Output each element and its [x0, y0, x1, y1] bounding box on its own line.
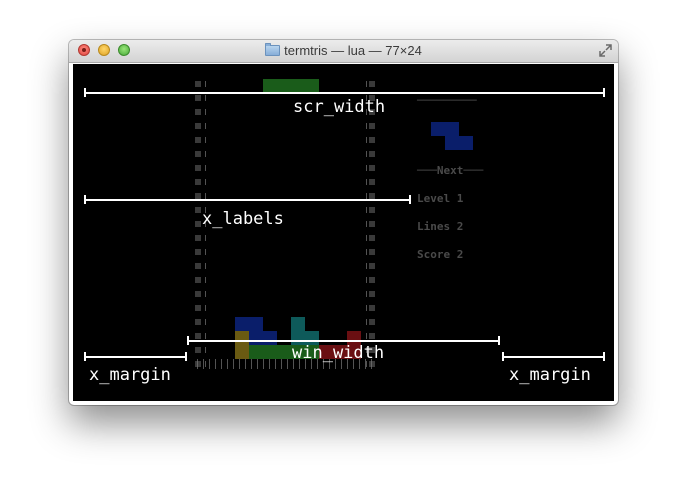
- win-width-label: win_width: [292, 343, 385, 363]
- title-bar[interactable]: termtris — lua — 77×24: [69, 40, 618, 63]
- window-title: termtris — lua — 77×24: [284, 43, 422, 58]
- win-width-tick-right: [498, 336, 500, 345]
- x-margin-left-label: x_margin: [89, 365, 171, 385]
- x-margin-left-tick-right: [185, 352, 187, 361]
- scr-width-tick-right: [603, 88, 605, 97]
- terminal-window: termtris — lua — 77×24 ───────── ───Next…: [69, 40, 618, 405]
- x-labels-line: [85, 199, 411, 201]
- scr-width-line: [85, 92, 605, 94]
- lines-label: Lines 2: [417, 220, 464, 233]
- score-label: Score 2: [417, 248, 464, 261]
- window-title-area: termtris — lua — 77×24: [69, 43, 618, 59]
- win-width-line: [188, 340, 500, 342]
- stack-block: [235, 317, 263, 331]
- x-labels-label: x_labels: [202, 209, 284, 229]
- x-labels-tick-left: [84, 195, 86, 204]
- well-left-wall: [195, 81, 201, 367]
- x-margin-right-label: x_margin: [509, 365, 591, 385]
- scr-width-label: scr_width: [293, 97, 386, 117]
- fullscreen-icon[interactable]: [599, 44, 612, 57]
- x-margin-left-tick-left: [84, 352, 86, 361]
- x-margin-left-line: [85, 356, 187, 358]
- x-margin-right-tick-left: [502, 352, 504, 361]
- stack-block: [249, 331, 277, 345]
- x-margin-right-line: [503, 356, 605, 358]
- x-labels-tick-right: [409, 195, 411, 204]
- well-right-wall-inner: [366, 81, 367, 367]
- level-label: Level 1: [417, 192, 464, 205]
- scr-width-tick-left: [84, 88, 86, 97]
- win-width-tick-left: [187, 336, 189, 345]
- terminal-screen[interactable]: ───────── ───Next─── Level 1 Lines 2 Sco…: [73, 64, 614, 401]
- next-piece-block: [431, 122, 459, 136]
- well-right-wall: [369, 81, 375, 367]
- next-piece-block: [445, 136, 473, 150]
- folder-icon: [265, 43, 281, 56]
- x-margin-right-tick-right: [603, 352, 605, 361]
- sidebar-rule: ─────────: [417, 94, 477, 107]
- stack-block: [249, 345, 291, 359]
- stack-block: [235, 331, 249, 359]
- falling-piece: [263, 79, 319, 93]
- next-label: ───Next───: [417, 164, 484, 177]
